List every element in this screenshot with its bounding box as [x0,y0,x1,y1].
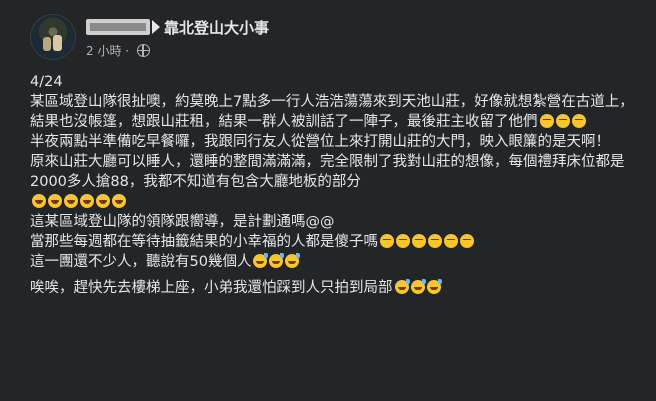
sleepy-face-emoji [460,234,474,248]
sleepy-face-emoji [396,234,410,248]
grinning-sweat-emoji [410,279,426,294]
sleepy-face-emoji [571,114,586,128]
post-text: 當那些每週都在等待抽籤結果的小幸福的人都是傻子嗎 [30,234,378,250]
rolling-laughing-emoji [64,194,78,208]
post-text: 唉唉，趕快先去樓梯上座，小弟我還怕踩到人只拍到局部 [30,280,393,296]
redacted-author-name [86,19,150,35]
avatar[interactable] [30,14,76,60]
post-paragraph: 唉唉，趕快先去樓梯上座，小弟我還怕踩到人只拍到局部 [30,278,640,298]
post-paragraph: 某區域登山隊很扯噢，約莫晚上7點多一行人浩浩蕩蕩來到天池山莊，好像就想紮營在古道… [30,92,640,132]
post-header: 靠北登山大小事 2 小時 · [30,10,630,62]
rolling-laughing-emoji [96,194,110,208]
post-body: 4/24 某區域登山隊很扯噢，約莫晚上7點多一行人浩浩蕩蕩來到天池山莊，好像就想… [30,72,640,298]
rolling-laughing-emoji [112,194,126,208]
post-paragraph: 半夜兩點半準備吃早餐囉，我跟同行友人從營位上來打開山莊的大門，映入眼簾的是天啊！ [30,134,610,150]
group-name-link[interactable]: 靠北登山大小事 [164,17,269,38]
rolling-laughing-emoji [48,194,62,208]
grinning-sweat-emoji [269,253,285,268]
post-paragraph: 原來山莊大廳可以睡人，還睡的整間滿滿滿，完全限制了我對山莊的想像，每個禮拜床位都… [30,154,625,190]
grinning-sweat-emoji [394,279,410,294]
post-date: 4/24 [30,74,63,90]
sleepy-face-emoji [412,234,426,248]
rolling-laughing-emoji [80,194,94,208]
sleepy-face-emoji [380,234,394,248]
triangle-right-icon [152,20,160,34]
grinning-sweat-emoji [285,253,301,268]
timestamp-link[interactable]: 2 小時 [86,44,121,58]
sleepy-face-emoji [555,114,570,128]
globe-icon[interactable] [136,44,150,57]
grinning-sweat-emoji [253,253,269,268]
sleepy-face-emoji [539,114,554,128]
post-meta: 2 小時 · [86,42,150,59]
grinning-sweat-emoji [426,279,442,294]
post-paragraph: 這一團還不少人，聽說有50幾個人 [30,252,640,272]
post-paragraph: 當那些每週都在等待抽籤結果的小幸福的人都是傻子嗎 [30,232,640,252]
post-paragraph: 這某區域登山隊的領隊跟嚮導，是計劃通嗎@@ [30,214,335,230]
meta-separator: · [125,44,133,58]
emoji-row [30,192,640,212]
avatar-figure [53,35,62,51]
post-text: 這一團還不少人，聽說有50幾個人 [30,254,252,270]
facebook-post: 靠北登山大小事 2 小時 · 4/24 某區域登山隊很扯噢，約莫晚上7點多一行人… [0,0,656,401]
rolling-laughing-emoji [32,194,46,208]
avatar-figure [43,37,51,51]
sleepy-face-emoji [444,234,458,248]
sleepy-face-emoji [428,234,442,248]
